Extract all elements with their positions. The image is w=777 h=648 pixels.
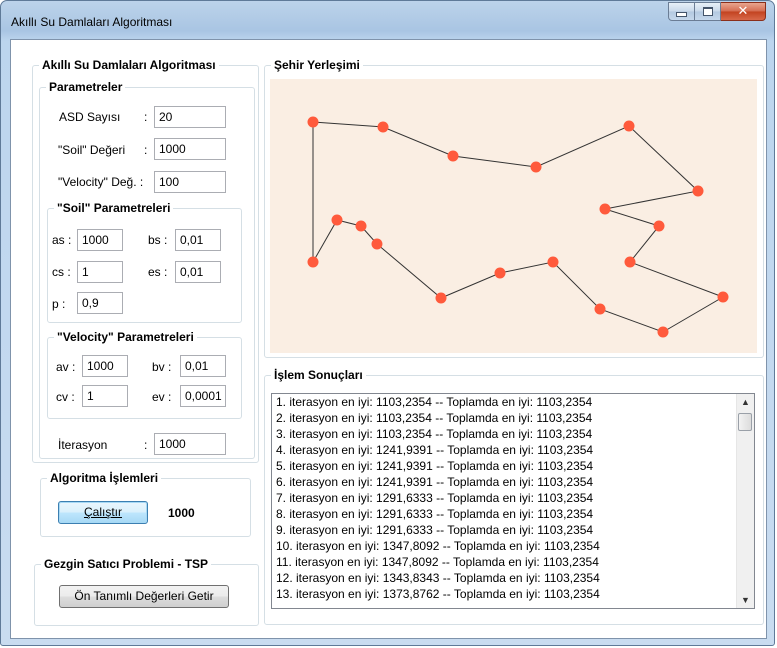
ev-field[interactable]: 0,0001	[180, 385, 226, 407]
city-point	[624, 256, 636, 268]
cv-label: cv :	[56, 390, 75, 404]
city-point	[435, 292, 447, 304]
run-button[interactable]: Çalıştır	[58, 501, 148, 524]
tsp-groupbox: Gezgin Satıcı Problemi - TSP Ön Tanımlı …	[34, 557, 259, 626]
result-row[interactable]: 6. iterasyon en iyi: 1241,9391 -- Toplam…	[272, 474, 735, 490]
close-icon: ✕	[737, 4, 749, 19]
results-listbox[interactable]: 1. iterasyon en iyi: 1103,2354 -- Toplam…	[271, 393, 755, 609]
iterasyon-colon: :	[144, 438, 148, 452]
minimize-button[interactable]	[668, 2, 695, 21]
cs-field[interactable]: 1	[77, 261, 123, 283]
city-map[interactable]	[270, 79, 757, 353]
city-point	[331, 214, 343, 226]
result-row[interactable]: 1. iterasyon en iyi: 1103,2354 -- Toplam…	[272, 394, 735, 410]
result-row[interactable]: 10. iterasyon en iyi: 1347,8092 -- Topla…	[272, 538, 735, 554]
city-point	[623, 120, 635, 132]
minimize-icon	[676, 12, 687, 17]
city-point	[530, 161, 542, 173]
as-label: as :	[52, 233, 72, 247]
velocity-params-groupbox: "Velocity" Parametreleri av : 1000 bv : …	[47, 330, 242, 419]
asd-label: ASD Sayısı	[59, 110, 121, 124]
city-point	[657, 326, 669, 338]
city-point	[447, 150, 459, 162]
soil-value-label: "Soil" Değeri	[58, 143, 126, 157]
app-window: Akıllı Su Damlaları Algoritması ✕ Akıllı…	[0, 0, 775, 646]
result-row[interactable]: 5. iterasyon en iyi: 1241,9391 -- Toplam…	[272, 458, 735, 474]
results-scrollbar[interactable]: ▲ ▼	[736, 394, 754, 608]
city-point	[653, 220, 665, 232]
city-point	[594, 303, 606, 315]
window-title: Akıllı Su Damlaları Algoritması	[11, 15, 173, 29]
parameters-title: Parametreler	[46, 80, 126, 95]
p-field[interactable]: 0,9	[77, 292, 123, 314]
asd-colon: :	[144, 110, 148, 124]
city-point	[692, 185, 704, 197]
cv-field[interactable]: 1	[82, 385, 128, 407]
results-rows: 1. iterasyon en iyi: 1103,2354 -- Toplam…	[272, 394, 735, 602]
velocity-params-title: "Velocity" Parametreleri	[54, 330, 197, 345]
city-point	[307, 116, 319, 128]
as-field[interactable]: 1000	[77, 229, 123, 251]
scroll-down-icon[interactable]: ▼	[741, 595, 750, 605]
velocity-value-field[interactable]: 100	[154, 171, 226, 193]
city-point	[377, 121, 389, 133]
city-point	[717, 291, 729, 303]
algorithm-group-title: Akıllı Su Damlaları Algoritması	[39, 58, 219, 73]
bs-field[interactable]: 0,01	[175, 229, 221, 251]
p-label: p :	[52, 297, 66, 311]
maximize-button[interactable]	[695, 2, 721, 21]
city-map-svg	[307, 116, 729, 338]
soil-params-groupbox: "Soil" Parametreleri as : 1000 bs : 0,01…	[47, 201, 242, 323]
bv-field[interactable]: 0,01	[180, 355, 226, 377]
city-point	[547, 256, 559, 268]
maximize-icon	[702, 7, 713, 16]
bs-label: bs :	[148, 233, 168, 247]
result-row[interactable]: 9. iterasyon en iyi: 1291,6333 -- Toplam…	[272, 522, 735, 538]
city-layout-title: Şehir Yerleşimi	[271, 58, 363, 73]
results-title: İşlem Sonuçları	[271, 368, 366, 383]
client-area: Akıllı Su Damlaları Algoritması Parametr…	[10, 39, 767, 639]
result-row[interactable]: 7. iterasyon en iyi: 1291,6333 -- Toplam…	[272, 490, 735, 506]
soil-params-title: "Soil" Parametreleri	[54, 201, 174, 216]
iterasyon-label: İterasyon	[58, 438, 108, 452]
av-label: av :	[56, 360, 76, 374]
scroll-thumb[interactable]	[738, 413, 752, 431]
run-result-value: 1000	[168, 506, 195, 520]
es-field[interactable]: 0,01	[175, 261, 221, 283]
iterasyon-field[interactable]: 1000	[154, 433, 226, 455]
algorithm-groupbox: Akıllı Su Damlaları Algoritması Parametr…	[32, 58, 259, 463]
scroll-up-icon[interactable]: ▲	[741, 397, 750, 407]
city-point	[355, 220, 367, 232]
tsp-title: Gezgin Satıcı Problemi - TSP	[41, 557, 212, 572]
city-point	[371, 238, 383, 250]
city-point	[494, 267, 506, 279]
result-row[interactable]: 3. iterasyon en iyi: 1103,2354 -- Toplam…	[272, 426, 735, 442]
algorithm-ops-title: Algoritma İşlemleri	[47, 471, 162, 486]
ev-label: ev :	[152, 390, 172, 404]
city-points	[307, 116, 729, 338]
close-button[interactable]: ✕	[721, 2, 766, 21]
cs-label: cs :	[52, 265, 71, 279]
asd-field[interactable]: 20	[154, 106, 226, 128]
title-bar[interactable]: Akıllı Su Damlaları Algoritması ✕	[1, 1, 776, 39]
soil-value-colon: :	[144, 143, 148, 157]
bv-label: bv :	[152, 360, 172, 374]
window-controls: ✕	[668, 2, 766, 21]
city-point	[307, 256, 319, 268]
run-button-label: Çalıştır	[83, 505, 122, 519]
result-row[interactable]: 13. iterasyon en iyi: 1373,8762 -- Topla…	[272, 586, 735, 602]
result-row[interactable]: 4. iterasyon en iyi: 1241,9391 -- Toplam…	[272, 442, 735, 458]
es-label: es :	[148, 265, 168, 279]
velocity-value-label: "Velocity" Değ. :	[58, 175, 144, 189]
result-row[interactable]: 11. iterasyon en iyi: 1347,8092 -- Topla…	[272, 554, 735, 570]
algorithm-ops-groupbox: Algoritma İşlemleri Çalıştır 1000	[40, 471, 251, 537]
parameters-groupbox: Parametreler ASD Sayısı : 20 "Soil" Değe…	[39, 80, 255, 459]
result-row[interactable]: 2. iterasyon en iyi: 1103,2354 -- Toplam…	[272, 410, 735, 426]
load-defaults-button[interactable]: Ön Tanımlı Değerleri Getir	[59, 585, 229, 608]
result-row[interactable]: 12. iterasyon en iyi: 1343,8343 -- Topla…	[272, 570, 735, 586]
result-row[interactable]: 8. iterasyon en iyi: 1291,6333 -- Toplam…	[272, 506, 735, 522]
av-field[interactable]: 1000	[82, 355, 128, 377]
soil-value-field[interactable]: 1000	[154, 138, 226, 160]
city-point	[599, 203, 611, 215]
